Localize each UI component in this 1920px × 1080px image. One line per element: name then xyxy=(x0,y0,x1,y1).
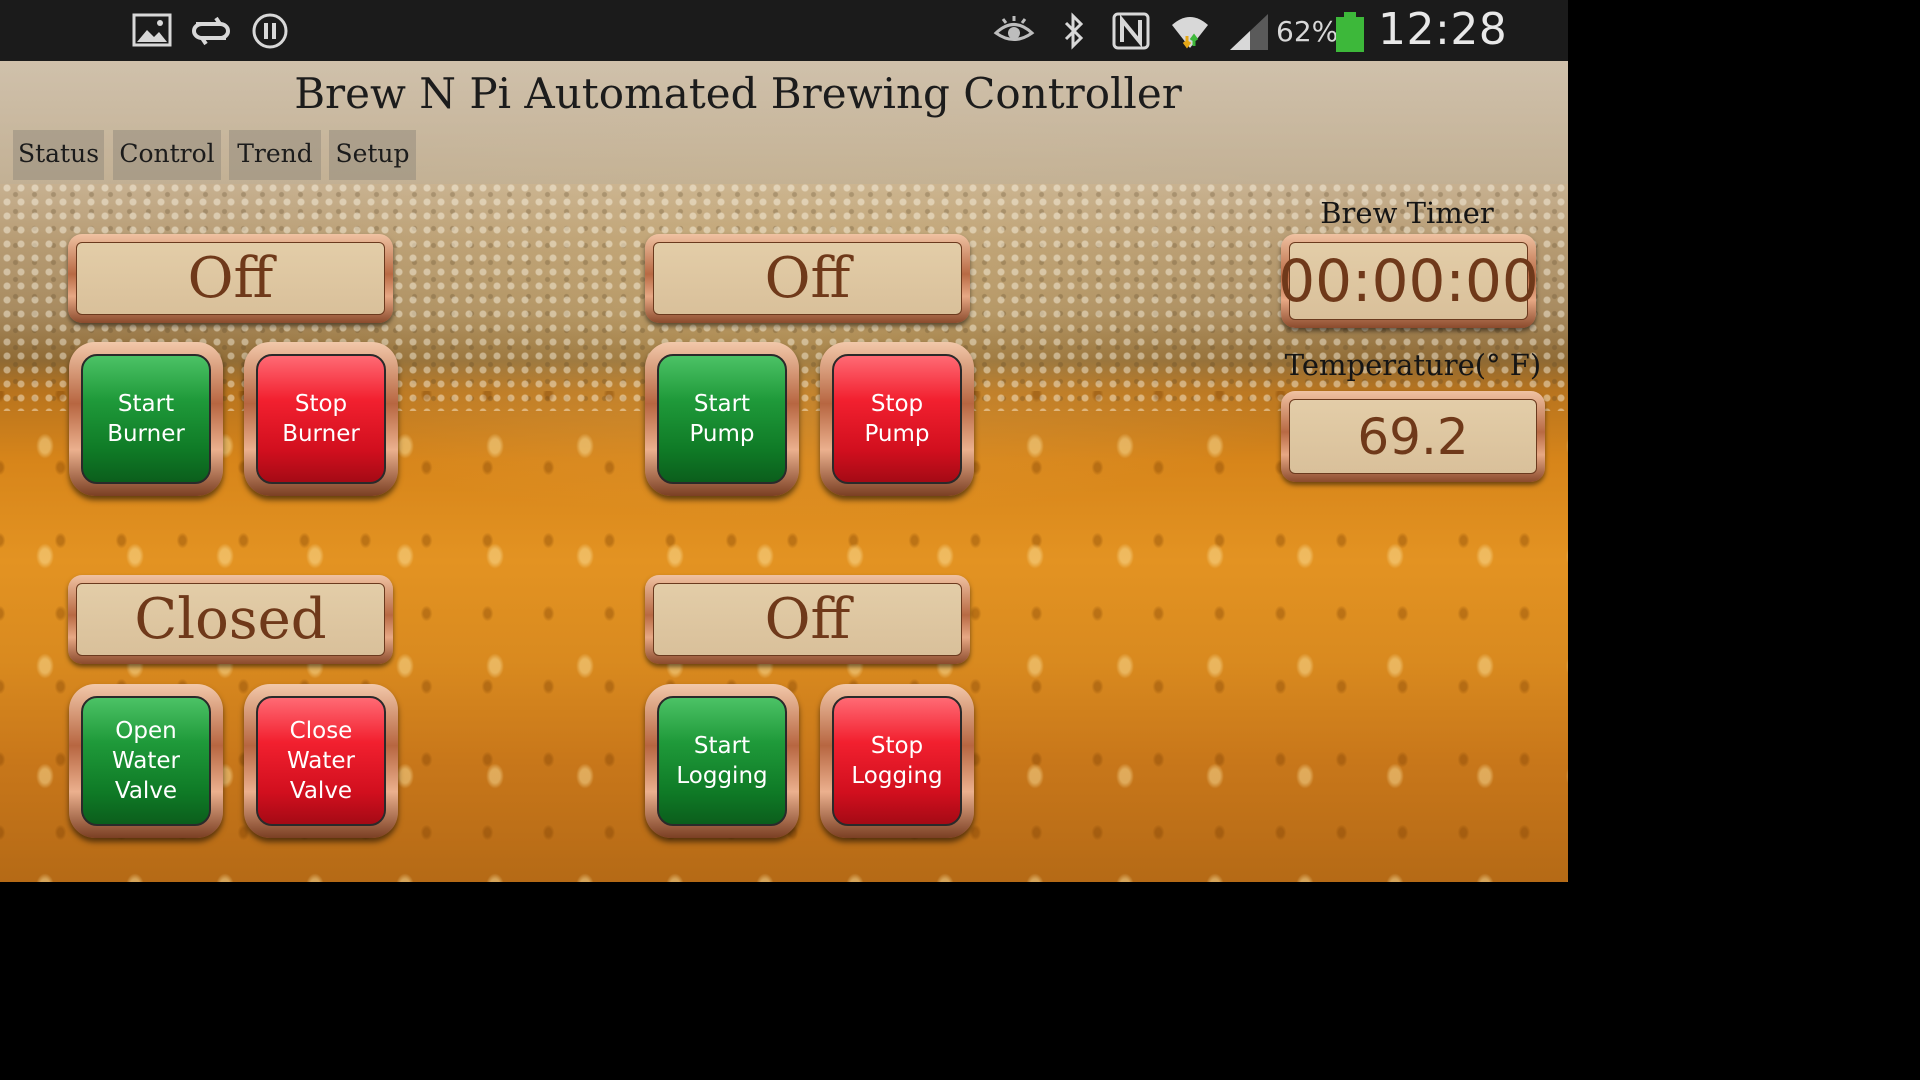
close-water-valve-label: Close Water Valve xyxy=(256,696,386,826)
gallery-icon xyxy=(132,13,172,47)
page-title: Brew N Pi Automated Brewing Controller xyxy=(294,69,1182,118)
close-water-valve-button[interactable]: Close Water Valve xyxy=(244,684,398,838)
tab-control[interactable]: Control xyxy=(113,130,221,180)
stop-burner-label: Stop Burner xyxy=(256,354,386,484)
stop-burner-button[interactable]: Stop Burner xyxy=(244,342,398,496)
water-valve-status-value: Closed xyxy=(76,583,385,656)
open-water-valve-label: Open Water Valve xyxy=(81,696,211,826)
stop-pump-button[interactable]: Stop Pump xyxy=(820,342,974,496)
logging-status-display: Off xyxy=(645,575,970,664)
temperature-label: Temperature(° F) xyxy=(1284,348,1542,382)
eye-icon xyxy=(993,16,1035,41)
status-bar: 62% 12:28 AM xyxy=(0,0,1568,106)
nfc-icon xyxy=(1112,12,1150,50)
start-pump-label: Start Pump xyxy=(657,354,787,484)
signal-icon xyxy=(1230,14,1268,50)
tab-status[interactable]: Status xyxy=(13,130,104,180)
sync-icon xyxy=(192,16,230,46)
pump-status-display: Off xyxy=(645,234,970,323)
stop-pump-label: Stop Pump xyxy=(832,354,962,484)
burner-status-value: Off xyxy=(76,242,385,315)
tab-trend[interactable]: Trend xyxy=(229,130,321,180)
stop-logging-button[interactable]: Stop Logging xyxy=(820,684,974,838)
brew-timer-value: 00:00:00 xyxy=(1278,242,1539,320)
temperature-value: 69.2 xyxy=(1289,399,1537,474)
start-pump-button[interactable]: Start Pump xyxy=(645,342,799,496)
app-window: Brew N Pi Automated Brewing Controller S… xyxy=(0,61,1568,882)
start-burner-label: Start Burner xyxy=(81,354,211,484)
brew-timer-display: 00:00:00 xyxy=(1278,234,1539,328)
brew-timer-label: Brew Timer xyxy=(1320,196,1494,230)
battery-percent: 62% xyxy=(1276,15,1339,48)
battery-icon xyxy=(1336,12,1364,52)
burner-status-display: Off xyxy=(68,234,393,323)
pause-icon xyxy=(252,13,288,49)
logging-status-value: Off xyxy=(653,583,962,656)
water-valve-status-display: Closed xyxy=(68,575,393,664)
open-water-valve-button[interactable]: Open Water Valve xyxy=(69,684,223,838)
pump-status-value: Off xyxy=(653,242,962,315)
tab-setup[interactable]: Setup xyxy=(329,130,416,180)
bluetooth-icon xyxy=(1064,12,1084,50)
start-burner-button[interactable]: Start Burner xyxy=(69,342,223,496)
start-logging-label: Start Logging xyxy=(657,696,787,826)
wifi-icon xyxy=(1172,17,1208,49)
temperature-display: 69.2 xyxy=(1281,391,1545,482)
stop-logging-label: Stop Logging xyxy=(832,696,962,826)
start-logging-button[interactable]: Start Logging xyxy=(645,684,799,838)
